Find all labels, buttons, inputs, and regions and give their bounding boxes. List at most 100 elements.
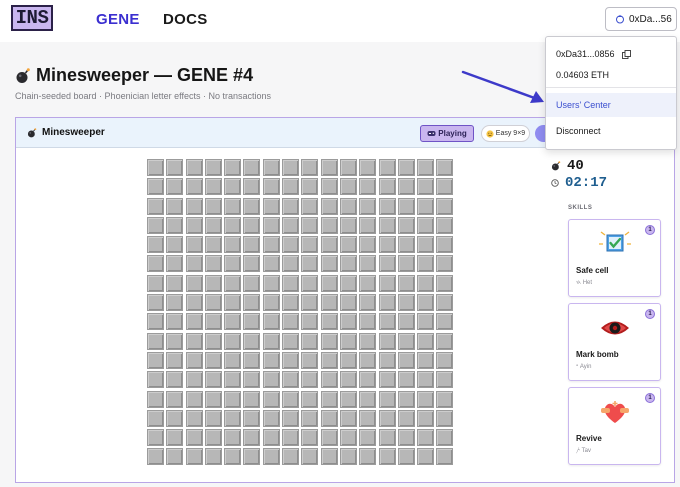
board-cell[interactable] <box>397 332 415 350</box>
board-cell[interactable] <box>397 294 415 312</box>
board-cell[interactable] <box>339 351 357 369</box>
board-cell[interactable] <box>243 448 261 466</box>
board-cell[interactable] <box>378 274 396 292</box>
board-cell[interactable] <box>224 409 242 427</box>
board-cell[interactable] <box>397 351 415 369</box>
board-cell[interactable] <box>166 429 184 447</box>
board-cell[interactable] <box>204 216 222 234</box>
board-cell[interactable] <box>166 159 184 176</box>
board-cell[interactable] <box>320 390 338 408</box>
board-cell[interactable] <box>204 178 222 196</box>
board-cell[interactable] <box>282 178 300 196</box>
board-cell[interactable] <box>243 255 261 273</box>
board-cell[interactable] <box>185 294 203 312</box>
board-cell[interactable] <box>166 294 184 312</box>
board-cell[interactable] <box>166 332 184 350</box>
board-cell[interactable] <box>301 159 319 176</box>
board-cell[interactable] <box>359 332 377 350</box>
board-cell[interactable] <box>397 197 415 215</box>
board-cell[interactable] <box>243 216 261 234</box>
board-cell[interactable] <box>262 390 280 408</box>
board-cell[interactable] <box>262 313 280 331</box>
board-cell[interactable] <box>436 159 454 176</box>
nav-docs[interactable]: DOCS <box>163 11 208 28</box>
board-cell[interactable] <box>397 236 415 254</box>
board-cell[interactable] <box>243 236 261 254</box>
board-cell[interactable] <box>204 294 222 312</box>
board-cell[interactable] <box>397 313 415 331</box>
board-cell[interactable] <box>224 332 242 350</box>
board-cell[interactable] <box>166 409 184 427</box>
board-cell[interactable] <box>436 371 454 389</box>
board-cell[interactable] <box>301 332 319 350</box>
board-cell[interactable] <box>301 390 319 408</box>
board-cell[interactable] <box>282 159 300 176</box>
board-cell[interactable] <box>224 313 242 331</box>
board-cell[interactable] <box>204 409 222 427</box>
board-cell[interactable] <box>339 255 357 273</box>
board-cell[interactable] <box>301 274 319 292</box>
board-cell[interactable] <box>224 236 242 254</box>
board-cell[interactable] <box>436 313 454 331</box>
board-cell[interactable] <box>147 178 164 196</box>
board-cell[interactable] <box>378 197 396 215</box>
board-cell[interactable] <box>339 216 357 234</box>
board-cell[interactable] <box>339 332 357 350</box>
board-cell[interactable] <box>359 313 377 331</box>
board-cell[interactable] <box>436 294 454 312</box>
board-cell[interactable] <box>301 216 319 234</box>
board-cell[interactable] <box>397 255 415 273</box>
board-cell[interactable] <box>166 390 184 408</box>
board-cell[interactable] <box>320 255 338 273</box>
board-cell[interactable] <box>301 371 319 389</box>
board-cell[interactable] <box>282 216 300 234</box>
board-cell[interactable] <box>204 255 222 273</box>
board-cell[interactable] <box>204 448 222 466</box>
board-cell[interactable] <box>204 332 222 350</box>
board-cell[interactable] <box>436 255 454 273</box>
board-cell[interactable] <box>147 371 164 389</box>
board-cell[interactable] <box>262 197 280 215</box>
board-cell[interactable] <box>359 197 377 215</box>
board-cell[interactable] <box>185 216 203 234</box>
board-cell[interactable] <box>417 351 435 369</box>
board-cell[interactable] <box>417 429 435 447</box>
board-cell[interactable] <box>224 448 242 466</box>
board-cell[interactable] <box>359 448 377 466</box>
board-cell[interactable] <box>147 429 164 447</box>
board-cell[interactable] <box>339 159 357 176</box>
board-cell[interactable] <box>224 274 242 292</box>
board-cell[interactable] <box>224 178 242 196</box>
board-cell[interactable] <box>185 390 203 408</box>
board-cell[interactable] <box>262 178 280 196</box>
board-cell[interactable] <box>166 351 184 369</box>
board-cell[interactable] <box>224 216 242 234</box>
board-cell[interactable] <box>166 313 184 331</box>
board-cell[interactable] <box>359 371 377 389</box>
board-cell[interactable] <box>378 313 396 331</box>
board-cell[interactable] <box>378 409 396 427</box>
board-cell[interactable] <box>204 236 222 254</box>
board-cell[interactable] <box>359 294 377 312</box>
board-cell[interactable] <box>204 159 222 176</box>
board-cell[interactable] <box>185 255 203 273</box>
difficulty-selector[interactable]: Easy 9×9 <box>481 125 530 142</box>
board-cell[interactable] <box>224 294 242 312</box>
board-cell[interactable] <box>243 429 261 447</box>
board-cell[interactable] <box>301 409 319 427</box>
board-cell[interactable] <box>166 371 184 389</box>
board-cell[interactable] <box>243 313 261 331</box>
board-cell[interactable] <box>339 178 357 196</box>
board-cell[interactable] <box>359 390 377 408</box>
board-cell[interactable] <box>204 313 222 331</box>
board-cell[interactable] <box>417 178 435 196</box>
board-cell[interactable] <box>282 429 300 447</box>
board-cell[interactable] <box>166 255 184 273</box>
board-cell[interactable] <box>204 197 222 215</box>
board-cell[interactable] <box>359 351 377 369</box>
board-cell[interactable] <box>166 448 184 466</box>
board-cell[interactable] <box>185 313 203 331</box>
board-cell[interactable] <box>378 236 396 254</box>
board-cell[interactable] <box>262 351 280 369</box>
board-cell[interactable] <box>417 236 435 254</box>
